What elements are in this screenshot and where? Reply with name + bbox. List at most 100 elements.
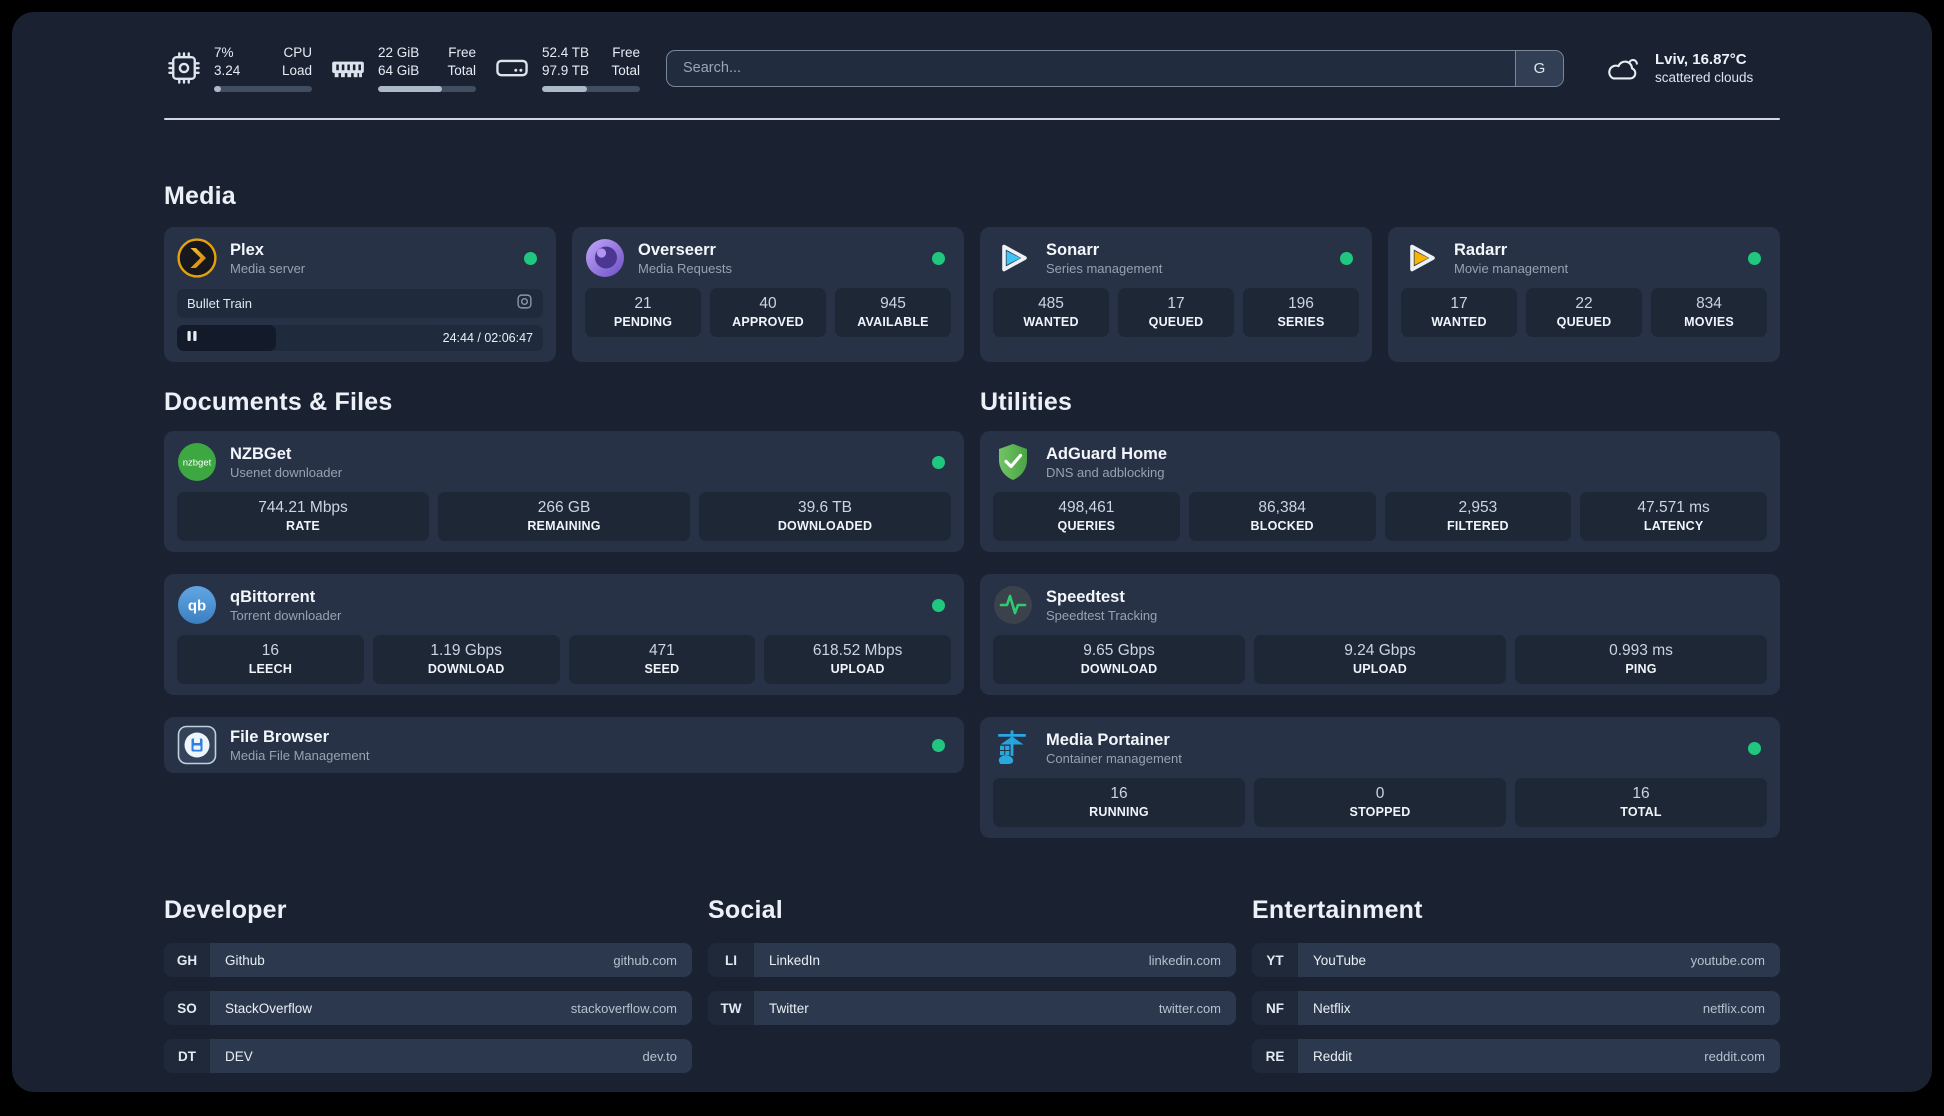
weather-condition: scattered clouds (1655, 70, 1754, 85)
service-stats: 498,461 QUERIES 86,384 BLOCKED 2,953 FILTERED… (993, 492, 1767, 541)
system-stat-labels: CPU Load (282, 44, 312, 80)
adguard-icon (993, 442, 1033, 482)
service-card-media-portainer[interactable]: Media Portainer Container management 16 RUN… (980, 717, 1780, 838)
now-playing-title: Bullet Train (187, 296, 253, 311)
bookmark-name: YouTube (1313, 952, 1367, 968)
progress-bar (378, 86, 476, 92)
status-dot (1748, 251, 1761, 265)
bookmark-abbr: NF (1252, 991, 1298, 1025)
stat-download: 1.19 Gbps DOWNLOAD (372, 635, 560, 684)
bookmark-main: Github github.com (210, 943, 692, 977)
stat-ping: 0.993 ms PING (1515, 635, 1767, 684)
service-stats: 21 PENDING 40 APPROVED 945 AVAILABLE (585, 288, 951, 337)
bookmark-domain: linkedin.com (1148, 952, 1221, 968)
stat-label: REMAINING (527, 519, 601, 533)
bookmark-group-developer: Developer GH Github github.com SO StackOverfl… (164, 896, 692, 1073)
system-stat-labels: Free Total (611, 44, 640, 80)
service-description: DNS and adblocking (1046, 465, 1165, 481)
stat-label: BLOCKED (1250, 519, 1314, 533)
section-title-media: Media (164, 182, 236, 210)
stat-approved: 40 APPROVED (710, 288, 826, 337)
bookmark-list: GH Github github.com SO StackOverflow stackov… (164, 943, 692, 1073)
svg-text:qb: qb (188, 598, 206, 615)
service-card-plex[interactable]: Plex Media server Bullet Train 24:44 / 02:0… (164, 227, 556, 362)
bookmark-reddit[interactable]: RE Reddit reddit.com (1252, 1039, 1780, 1073)
stat-latency: 47.571 ms LATENCY (1580, 492, 1767, 541)
system-stat-data: 7% 3.24 CPU Load (214, 44, 312, 92)
service-description: Media Requests (638, 261, 732, 277)
cloud-icon (1602, 48, 1642, 88)
service-card-nzbget[interactable]: nzbget NZBGet Usenet downloader 744.21 Mbps… (164, 431, 964, 552)
sonarr-icon (993, 238, 1033, 278)
stat-label: RATE (286, 519, 320, 533)
service-card-file-browser[interactable]: File Browser Media File Management (164, 717, 964, 773)
progress-bar (214, 86, 312, 92)
progress-fill (214, 86, 221, 92)
bookmark-abbr: RE (1252, 1039, 1298, 1073)
search-engine-button[interactable]: G (1515, 50, 1563, 86)
stat-filtered: 2,953 FILTERED (1384, 492, 1572, 541)
media-card-grid: Plex Media server Bullet Train 24:44 / 02:0… (164, 227, 1780, 362)
service-card-sonarr[interactable]: Sonarr Series management 485 WANTED 17 QUEUED… (980, 227, 1372, 362)
stat-value: 16 (1110, 785, 1128, 802)
stat-label: SEED (644, 662, 680, 676)
bookmark-name: StackOverflow (225, 1000, 313, 1016)
stat-stopped: 0 STOPPED (1254, 778, 1506, 827)
system-stat-values: 7% 3.24 (214, 44, 240, 80)
search-input[interactable] (667, 50, 1515, 86)
bookmark-abbr: GH (164, 943, 210, 977)
stat-label: TOTAL (1620, 805, 1662, 819)
bookmark-main: LinkedIn linkedin.com (754, 943, 1236, 977)
service-card-speedtest[interactable]: Speedtest Speedtest Tracking 9.65 Gbps DOWN… (980, 574, 1780, 695)
stat-pending: 21 PENDING (585, 288, 701, 337)
stat-leech: 16 LEECH (177, 635, 364, 684)
stat-value: 945 (880, 295, 906, 312)
service-name: Speedtest (1046, 587, 1125, 606)
service-card-radarr[interactable]: Radarr Movie management 17 WANTED 22 QUEUED 83… (1388, 227, 1780, 362)
service-card-header: Sonarr Series management (993, 238, 1359, 278)
weather-widget: Lviv, 16.87°C scattered clouds (1602, 48, 1780, 88)
service-name: Overseerr (638, 240, 716, 259)
portainer-icon (993, 728, 1033, 768)
system-stat-label: Free (448, 45, 476, 61)
filebrowser-icon (177, 725, 217, 765)
weather-text: Lviv, 16.87°C scattered clouds (1655, 51, 1753, 85)
system-stat-value: 97.9 TB (542, 63, 590, 79)
system-stat-value: 22 GiB (378, 45, 420, 61)
stat-label: AVAILABLE (857, 315, 929, 329)
stat-value: 2,953 (1458, 499, 1498, 516)
section-documents-files: Documents & Files nzbget NZBGet Usenet down… (164, 388, 964, 838)
bookmark-linkedin[interactable]: LI LinkedIn linkedin.com (708, 943, 1236, 977)
bookmark-main: DEV dev.to (210, 1039, 692, 1073)
system-stat-cpu: 7% 3.24 CPU Load (164, 44, 312, 92)
service-description: Media server (230, 261, 306, 277)
stat-label: MOVIES (1684, 315, 1734, 329)
service-card-overseerr[interactable]: Overseerr Media Requests 21 PENDING 40 APPROV… (572, 227, 964, 362)
service-card-titles: Plex Media server (230, 240, 305, 277)
stat-value: 266 GB (537, 499, 591, 516)
stat-value: 618.52 Mbps (812, 642, 903, 659)
bookmark-youtube[interactable]: YT YouTube youtube.com (1252, 943, 1780, 977)
status-dot (932, 455, 945, 469)
service-card-titles: Overseerr Media Requests (638, 240, 732, 277)
bookmark-main: YouTube youtube.com (1298, 943, 1780, 977)
search-bar: G (666, 49, 1564, 87)
service-description: Speedtest Tracking (1046, 608, 1158, 624)
service-name: File Browser (230, 727, 330, 746)
service-card-qbittorrent[interactable]: qb qBittorrent Torrent downloader 16 LEECH 1.… (164, 574, 964, 695)
stat-label: PENDING (613, 315, 673, 329)
bookmark-main: Netflix netflix.com (1298, 991, 1780, 1025)
bookmark-netflix[interactable]: NF Netflix netflix.com (1252, 991, 1780, 1025)
section-title-entertainment: Entertainment (1252, 896, 1423, 924)
stat-value: 1.19 Gbps (430, 642, 502, 659)
stat-value: 471 (648, 642, 675, 659)
stat-label: FILTERED (1446, 519, 1509, 533)
bookmark-github[interactable]: GH Github github.com (164, 943, 692, 977)
service-card-adguard-home[interactable]: AdGuard Home DNS and adblocking 498,461 QUE… (980, 431, 1780, 552)
cpu-icon (164, 49, 204, 87)
bookmark-stackoverflow[interactable]: SO StackOverflow stackoverflow.com (164, 991, 692, 1025)
bookmark-dev[interactable]: DT DEV dev.to (164, 1039, 692, 1073)
bookmark-twitter[interactable]: TW Twitter twitter.com (708, 991, 1236, 1025)
service-card-header: nzbget NZBGet Usenet downloader (177, 442, 951, 482)
bookmark-group-entertainment: Entertainment YT YouTube youtube.com NF Netfl… (1252, 896, 1780, 1073)
